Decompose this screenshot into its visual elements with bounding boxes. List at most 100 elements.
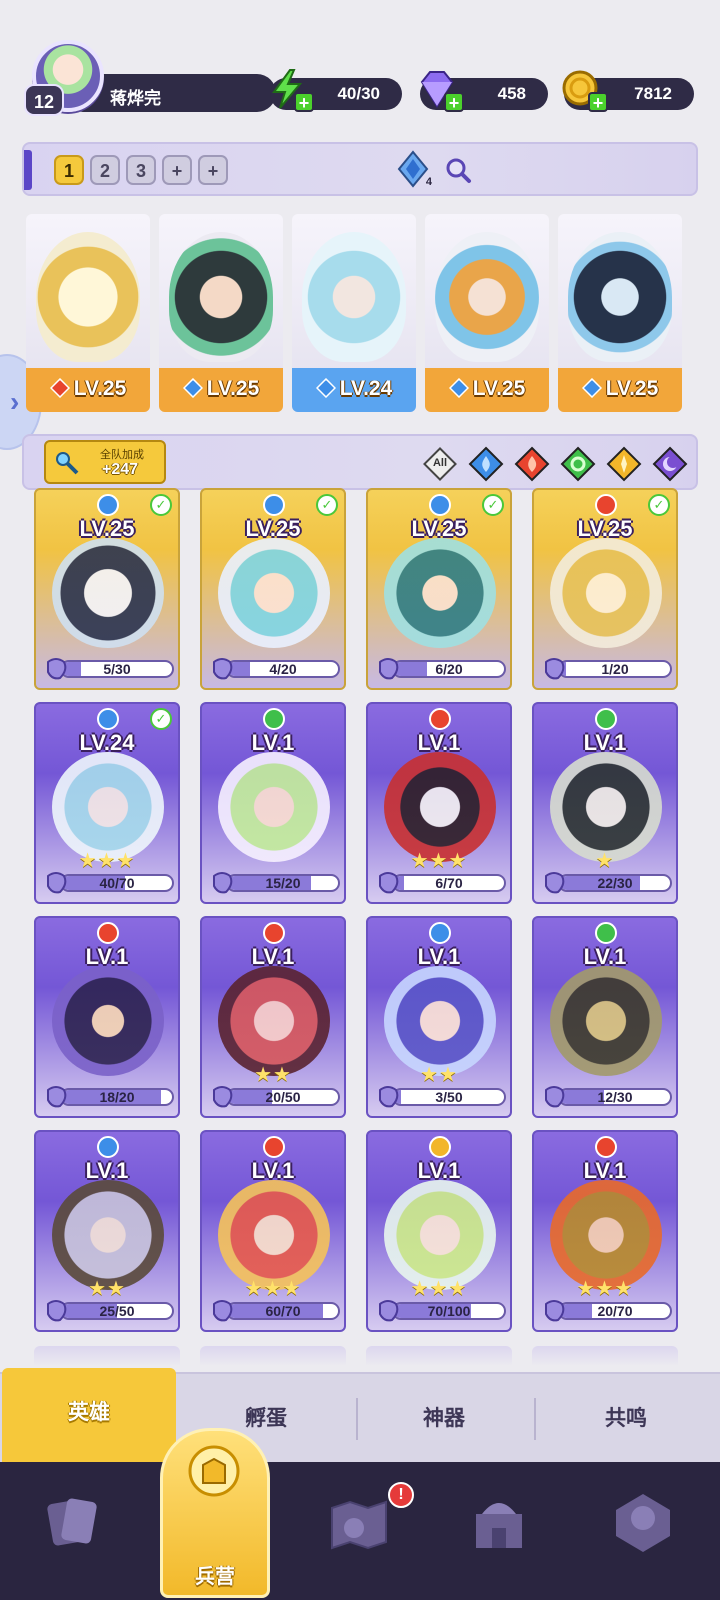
hero-level: LV.24 <box>79 730 135 755</box>
water-element-icon <box>182 378 203 398</box>
add-team-button[interactable]: + <box>162 155 192 185</box>
hero-shard-progress: 1/20 <box>540 656 672 680</box>
gems-counter[interactable]: + 458 <box>420 71 548 113</box>
tab-artifacts[interactable]: 神器 <box>358 1374 530 1462</box>
hero-level: LV.1 <box>417 944 461 969</box>
barracks-icon <box>188 1445 240 1497</box>
water-element-icon <box>97 494 119 516</box>
hero-card[interactable]: ✓ LV.25 5/30 <box>34 488 180 690</box>
tab-heroes[interactable]: 英雄 <box>2 1368 176 1462</box>
team-slot-1[interactable]: LV.25 <box>26 214 150 412</box>
team-power-indicator[interactable]: 4 <box>396 150 432 188</box>
hero-card[interactable]: LV.1 ★★★ 20/70 <box>532 1130 678 1332</box>
shard-icon <box>545 1086 565 1108</box>
hero-card[interactable]: LV.1 12/30 <box>532 916 678 1118</box>
light-element-icon <box>429 1136 451 1158</box>
hero-card[interactable]: LV.1 18/20 <box>34 916 180 1118</box>
hero-card[interactable]: ✓ LV.25 6/20 <box>366 488 512 690</box>
shard-progress-bar: 15/20 <box>226 874 340 892</box>
shard-progress-bar: 5/30 <box>60 660 174 678</box>
water-element-icon <box>429 922 451 944</box>
water-element-icon <box>429 494 451 516</box>
nav-cards[interactable] <box>18 1476 118 1586</box>
team-tab-3[interactable]: 3 <box>126 155 156 185</box>
hero-card[interactable]: LV.1 ★★ 3/50 <box>366 916 512 1118</box>
team-slot-level: LV.25 <box>425 368 549 412</box>
hero-level: LV.1 <box>583 730 627 755</box>
search-icon[interactable] <box>444 156 472 184</box>
player-profile[interactable]: 12 蒋烨完 <box>24 40 276 116</box>
team-slot-3[interactable]: LV.24 <box>292 214 416 412</box>
team-tab-2[interactable]: 2 <box>90 155 120 185</box>
filter-all-button[interactable]: All <box>422 446 458 482</box>
shard-icon <box>47 658 67 680</box>
hero-portrait <box>435 232 539 362</box>
shard-progress-bar: 22/30 <box>558 874 672 892</box>
team-bonus-label: 全队加成 <box>100 448 144 461</box>
fire-element-icon <box>429 708 451 730</box>
team-tab-1[interactable]: 1 <box>54 155 84 185</box>
shard-progress-bar: 1/20 <box>558 660 672 678</box>
add-gems-button[interactable]: + <box>444 92 464 113</box>
nav-guild[interactable] <box>590 1476 690 1586</box>
coins-counter[interactable]: + 7812 <box>562 70 694 113</box>
light-filter-icon[interactable] <box>606 446 642 482</box>
nav-castle[interactable] <box>446 1476 546 1586</box>
add-coins-button[interactable]: + <box>588 92 608 113</box>
shard-count: 18/20 <box>99 1089 135 1105</box>
team-slot-5[interactable]: LV.25 <box>558 214 682 412</box>
shard-count: 5/30 <box>103 661 131 677</box>
tab-resonance[interactable]: 共鸣 <box>536 1374 716 1462</box>
owned-check-icon: ✓ <box>482 494 504 516</box>
teambar-accent <box>24 150 32 190</box>
hero-card[interactable]: ✓ LV.24 ★★★ 40/70 <box>34 702 180 904</box>
hero-card[interactable]: ✓ LV.25 1/20 <box>532 488 678 690</box>
hero-card[interactable]: LV.1 ★ 22/30 <box>532 702 678 904</box>
dark-filter-icon[interactable] <box>652 446 688 482</box>
fire-filter-icon[interactable] <box>514 446 550 482</box>
hero-portrait <box>384 752 496 862</box>
shard-icon <box>379 1086 399 1108</box>
hero-shard-progress: 6/20 <box>374 656 506 680</box>
add-energy-button[interactable]: + <box>294 92 314 113</box>
shard-count: 12/30 <box>597 1089 633 1105</box>
bottom-navigation: 兵营 <box>0 1428 720 1600</box>
hero-card[interactable]: LV.1 ★★ 25/50 <box>34 1130 180 1332</box>
next-row-card <box>34 1346 180 1366</box>
water-element-icon <box>448 378 469 398</box>
team-bonus-panel[interactable]: 全队加成 +247 <box>44 440 166 484</box>
shard-count: 60/70 <box>265 1303 301 1319</box>
shard-icon <box>545 1300 565 1322</box>
water-filter-icon[interactable] <box>468 446 504 482</box>
hero-shard-progress: 20/70 <box>540 1298 672 1322</box>
hero-card[interactable]: LV.1 15/20 <box>200 702 346 904</box>
shard-count: 70/100 <box>427 1303 471 1319</box>
shard-progress-bar: 18/20 <box>60 1088 174 1106</box>
castle-icon <box>476 1503 522 1548</box>
team-slot-2[interactable]: LV.25 <box>159 214 283 412</box>
add-team-button-2[interactable]: + <box>198 155 228 185</box>
shard-icon <box>213 658 233 680</box>
nav-barracks[interactable]: 兵营 <box>160 1428 270 1598</box>
hero-level: LV.1 <box>583 1158 627 1183</box>
filter-all-label: All <box>432 457 448 469</box>
wind-filter-icon[interactable] <box>560 446 596 482</box>
energy-counter[interactable]: + 40/30 <box>270 69 402 113</box>
hero-portrait <box>52 752 164 862</box>
shard-progress-bar: 6/20 <box>392 660 506 678</box>
sub-tab-bar: 英雄 孵蛋 神器 共鸣 <box>0 1368 720 1462</box>
hero-card[interactable]: LV.1 ★★★ 70/100 <box>366 1130 512 1332</box>
hero-card[interactable]: LV.1 ★★★ 6/70 <box>366 702 512 904</box>
hero-card[interactable]: ✓ LV.25 4/20 <box>200 488 346 690</box>
hero-card[interactable]: LV.1 ★★★ 60/70 <box>200 1130 346 1332</box>
shard-count: 4/20 <box>269 661 297 677</box>
team-slot-level: LV.25 <box>558 368 682 412</box>
owned-check-icon: ✓ <box>316 494 338 516</box>
shard-progress-bar: 40/70 <box>60 874 174 892</box>
hero-card[interactable]: LV.1 ★★ 20/50 <box>200 916 346 1118</box>
hero-portrait <box>384 538 496 648</box>
team-slot-4[interactable]: LV.25 <box>425 214 549 412</box>
team-selector-bar: 1 2 3 + + 4 <box>22 142 698 196</box>
shard-count: 25/50 <box>99 1303 135 1319</box>
coins-value: 7812 <box>634 84 672 103</box>
